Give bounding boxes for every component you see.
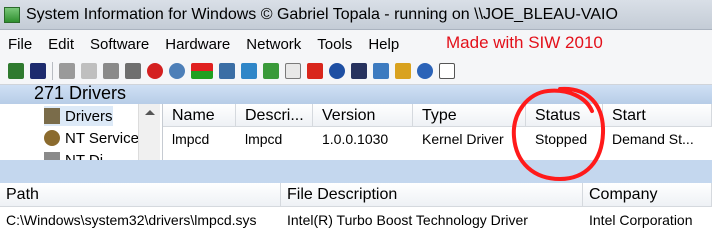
cell-name: lmpcd (172, 131, 210, 147)
scroll-up-arrow-icon[interactable] (145, 110, 155, 115)
copy-icon[interactable] (81, 63, 97, 79)
services-gear-icon (44, 130, 60, 146)
drivers-count: 271 Drivers (34, 83, 127, 103)
column-header-path[interactable]: Path (0, 183, 281, 207)
menu-file[interactable]: File (0, 36, 40, 53)
title-bar: System Information for Windows © Gabriel… (0, 0, 712, 30)
tree-item-drivers[interactable]: Drivers (44, 106, 113, 126)
column-header-description[interactable]: Descri... (236, 104, 313, 127)
column-header-status[interactable]: Status (526, 104, 603, 127)
drivers-table-header: Name Descri... Version Type Status Start (163, 104, 712, 127)
tree-item-nt-services[interactable]: NT Services (44, 128, 146, 148)
menu-network[interactable]: Network (238, 36, 309, 53)
cell-path: C:\Windows\system32\drivers\lmpcd.sys (6, 212, 257, 228)
monitor-icon[interactable] (373, 63, 389, 79)
brand-caption: Made with SIW 2010 (446, 33, 603, 52)
column-header-type[interactable]: Type (413, 104, 526, 127)
drivers-table: Name Descri... Version Type Status Start… (163, 104, 712, 160)
column-header-company[interactable]: Company (583, 183, 712, 207)
cell-type: Kernel Driver (422, 131, 504, 147)
exit-icon[interactable] (8, 63, 24, 79)
navigation-tree: Drivers NT Services NT Di (0, 104, 163, 160)
paste-icon[interactable] (103, 63, 119, 79)
count-bar: 271 Drivers (0, 83, 712, 104)
column-header-file-description[interactable]: File Description (281, 183, 583, 207)
cell-file-description: Intel(R) Turbo Boost Technology Driver (287, 212, 528, 228)
help-icon[interactable] (417, 63, 433, 79)
column-header-name[interactable]: Name (163, 104, 236, 127)
menu-tools[interactable]: Tools (309, 36, 360, 53)
cell-version: 1.0.0.1030 (322, 131, 389, 147)
cup-icon[interactable] (439, 63, 455, 79)
globe-icon[interactable] (329, 63, 345, 79)
shield-icon[interactable] (351, 63, 367, 79)
stop-icon[interactable] (147, 63, 163, 79)
toolbar-separator (52, 62, 53, 80)
document-icon[interactable] (285, 63, 301, 79)
network-icon[interactable] (241, 63, 257, 79)
tree-item-label: NT Di (65, 151, 104, 161)
menu-bar: File Edit Software Hardware Network Tool… (0, 30, 712, 58)
toolbar (0, 58, 712, 85)
cell-start: Demand St... (612, 131, 694, 147)
print-icon[interactable] (125, 63, 141, 79)
gallery-icon[interactable] (395, 63, 411, 79)
disk-icon (44, 152, 60, 160)
cell-company: Intel Corporation (589, 212, 693, 228)
tree-item-nt-di[interactable]: NT Di (44, 150, 103, 160)
splitter-bar[interactable] (0, 160, 712, 183)
refresh-icon[interactable] (263, 63, 279, 79)
siw-app-icon[interactable] (4, 6, 20, 23)
window-title: System Information for Windows © Gabriel… (26, 5, 618, 23)
details-table-header: Path File Description Company (0, 183, 712, 207)
column-header-version[interactable]: Version (313, 104, 413, 127)
cell-description: lmpcd (245, 131, 283, 147)
tree-item-label: Drivers (65, 107, 113, 125)
find-icon[interactable] (169, 63, 185, 79)
menu-hardware[interactable]: Hardware (157, 36, 238, 53)
menu-software[interactable]: Software (82, 36, 157, 53)
power-icon[interactable] (307, 63, 323, 79)
menu-edit[interactable]: Edit (40, 36, 82, 53)
drivers-icon (44, 108, 60, 124)
tree-item-label: NT Services (65, 129, 147, 147)
table-row[interactable]: C:\Windows\system32\drivers\lmpcd.sys In… (0, 208, 712, 232)
tree-scrollbar[interactable] (138, 104, 160, 160)
column-header-start[interactable]: Start (603, 104, 712, 127)
chart-icon[interactable] (219, 63, 235, 79)
color-bar-icon[interactable] (191, 63, 213, 79)
cut-icon[interactable] (59, 63, 75, 79)
table-row[interactable]: lmpcd lmpcd 1.0.0.1030 Kernel Driver Sto… (163, 128, 712, 150)
save-icon[interactable] (30, 63, 46, 79)
menu-help[interactable]: Help (360, 36, 407, 53)
cell-status: Stopped (535, 131, 588, 147)
